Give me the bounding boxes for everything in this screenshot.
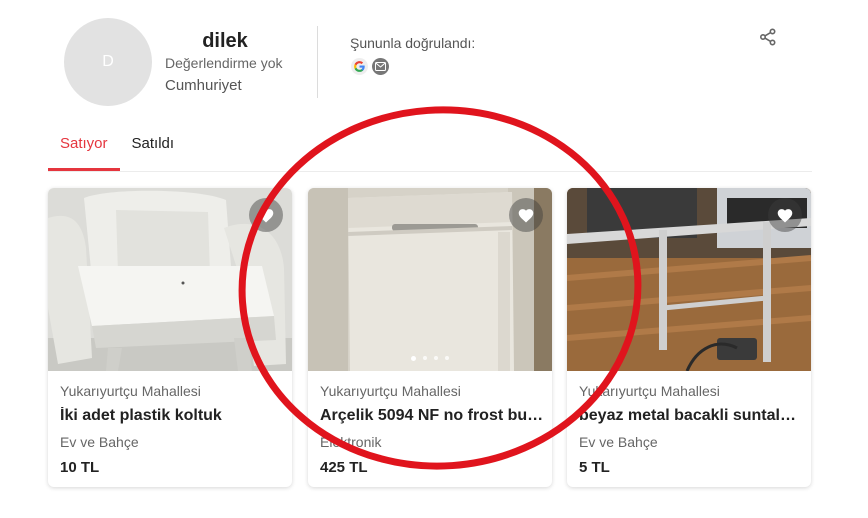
tabs-divider xyxy=(48,171,812,172)
photo-pagination-dots xyxy=(308,356,552,361)
seller-profile-header: D dilek Değerlendirme yok Cumhuriyet Şun… xyxy=(0,0,868,120)
share-icon[interactable] xyxy=(757,26,779,48)
verified-badges xyxy=(351,58,389,75)
avatar: D xyxy=(64,18,152,106)
favorite-heart-icon[interactable] xyxy=(768,198,802,232)
pagination-dot[interactable] xyxy=(411,356,416,361)
favorite-heart-icon[interactable] xyxy=(249,198,283,232)
listing-price: 425 TL xyxy=(320,459,368,476)
avatar-initial: D xyxy=(102,53,114,70)
tab-sold[interactable]: Satıldı xyxy=(120,128,187,171)
listing-category: Ev ve Bahçe xyxy=(60,434,139,450)
listing-category: Ev ve Bahçe xyxy=(579,434,658,450)
listing-card[interactable]: Yukarıyurtçu Mahallesi beyaz metal bacak… xyxy=(567,188,811,487)
google-icon xyxy=(351,58,368,75)
mail-icon xyxy=(372,58,389,75)
listing-price: 5 TL xyxy=(579,459,610,476)
listing-price: 10 TL xyxy=(60,459,100,476)
tab-selling[interactable]: Satıyor xyxy=(48,128,120,171)
seller-name: dilek xyxy=(202,30,248,52)
pagination-dot[interactable] xyxy=(434,356,438,360)
listing-card[interactable]: Yukarıyurtçu Mahallesi İki adet plastik … xyxy=(48,188,292,487)
pagination-dot[interactable] xyxy=(445,356,449,360)
listing-title[interactable]: beyaz metal bacakli suntalam masa xyxy=(579,407,803,425)
seller-location: Cumhuriyet xyxy=(165,77,242,94)
listing-title[interactable]: İki adet plastik koltuk xyxy=(60,407,284,425)
favorite-heart-icon[interactable] xyxy=(509,198,543,232)
listing-location: Yukarıyurtçu Mahallesi xyxy=(320,383,461,399)
metal-desk-photo[interactable] xyxy=(567,188,811,371)
pagination-dot[interactable] xyxy=(423,356,427,360)
listing-location: Yukarıyurtçu Mahallesi xyxy=(579,383,720,399)
verified-label: Şununla doğrulandı: xyxy=(350,35,476,51)
listing-title[interactable]: Arçelik 5094 NF no frost buzdolabı xyxy=(320,407,544,425)
white-plastic-chair-photo[interactable] xyxy=(48,188,292,371)
vertical-divider xyxy=(317,26,318,98)
listing-category: Elektronik xyxy=(320,434,382,450)
listing-location: Yukarıyurtçu Mahallesi xyxy=(60,383,201,399)
refrigerator-photo[interactable] xyxy=(308,188,552,371)
rating-text: Değerlendirme yok xyxy=(165,55,283,71)
listing-card[interactable]: Yukarıyurtçu Mahallesi Arçelik 5094 NF n… xyxy=(308,188,552,487)
listing-tabs: Satıyor Satıldı xyxy=(48,128,186,171)
